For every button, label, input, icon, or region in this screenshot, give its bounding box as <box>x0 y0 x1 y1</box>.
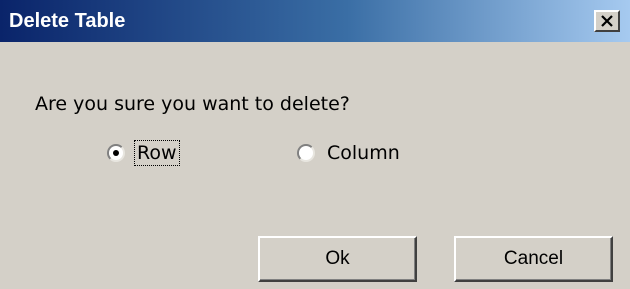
ok-button[interactable]: Ok <box>258 236 417 282</box>
close-x-icon <box>601 15 613 27</box>
cancel-button[interactable]: Cancel <box>454 236 613 282</box>
radio-button-column[interactable] <box>297 144 315 162</box>
radio-button-row[interactable] <box>107 144 125 162</box>
delete-table-dialog: Delete Table Are you sure you want to de… <box>0 0 630 289</box>
title-bar[interactable]: Delete Table <box>0 0 630 42</box>
radio-option-row[interactable]: Row <box>107 138 180 168</box>
close-button[interactable] <box>594 10 620 32</box>
radio-selected-dot <box>113 150 119 156</box>
window-title: Delete Table <box>9 10 126 32</box>
radio-option-column[interactable]: Column <box>297 138 402 168</box>
delete-prompt: Are you sure you want to delete? <box>35 93 350 115</box>
radio-label-row[interactable]: Row <box>134 140 180 166</box>
radio-label-column[interactable]: Column <box>325 141 402 165</box>
